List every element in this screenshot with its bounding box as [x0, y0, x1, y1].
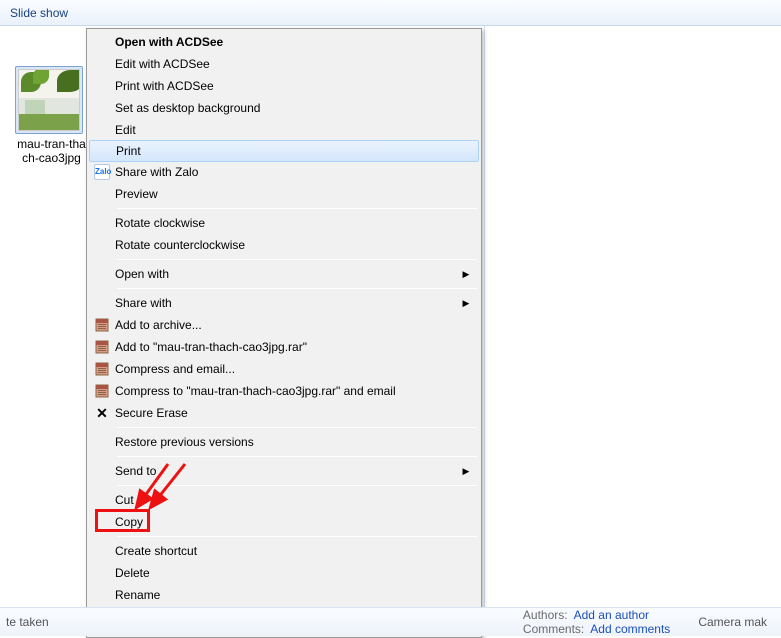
- menu-preview[interactable]: Preview: [89, 183, 479, 205]
- status-bar: te taken Authors: Add an author Comments:…: [0, 607, 781, 636]
- menu-secure-erase[interactable]: ✕Secure Erase: [89, 402, 479, 424]
- right-pane: [485, 26, 781, 607]
- menu-copy[interactable]: Copy: [89, 511, 479, 533]
- menu-delete[interactable]: Delete: [89, 562, 479, 584]
- separator: [117, 456, 477, 457]
- x-icon: ✕: [94, 405, 110, 421]
- separator: [117, 208, 477, 209]
- menu-open-with[interactable]: Open with▶: [89, 263, 479, 285]
- zalo-icon: Zalo: [94, 164, 110, 180]
- menu-restore-prev[interactable]: Restore previous versions: [89, 431, 479, 453]
- menu-add-to-rar[interactable]: Add to "mau-tran-thach-cao3jpg.rar": [89, 336, 479, 358]
- menu-add-archive[interactable]: Add to archive...: [89, 314, 479, 336]
- winrar-icon: [94, 317, 110, 333]
- file-thumbnail[interactable]: mau-tran-thach-cao3jpg: [15, 66, 88, 165]
- menu-set-desktop[interactable]: Set as desktop background: [89, 97, 479, 119]
- submenu-arrow-icon: ▶: [459, 466, 473, 477]
- thumbnail-label: mau-tran-thach-cao3jpg: [15, 137, 88, 165]
- context-menu: Open with ACDSee Edit with ACDSee Print …: [86, 28, 482, 638]
- comments-label: Comments:: [523, 622, 584, 636]
- separator: [117, 536, 477, 537]
- menu-share-zalo[interactable]: ZaloShare with Zalo: [89, 161, 479, 183]
- camera-make-label: Camera mak: [698, 615, 767, 629]
- menu-open-acdsee[interactable]: Open with ACDSee: [89, 31, 479, 53]
- winrar-icon: [94, 383, 110, 399]
- comments-value[interactable]: Add comments: [590, 622, 670, 636]
- menu-rotate-ccw[interactable]: Rotate counterclockwise: [89, 234, 479, 256]
- separator: [117, 288, 477, 289]
- authors-label: Authors:: [523, 608, 568, 622]
- menu-edit-acdsee[interactable]: Edit with ACDSee: [89, 53, 479, 75]
- menu-rotate-cw[interactable]: Rotate clockwise: [89, 212, 479, 234]
- menu-share-with[interactable]: Share with▶: [89, 292, 479, 314]
- status-date-taken: te taken: [0, 615, 80, 629]
- menu-rename[interactable]: Rename: [89, 584, 479, 606]
- winrar-icon: [94, 361, 110, 377]
- menu-edit[interactable]: Edit: [89, 119, 479, 141]
- separator: [117, 427, 477, 428]
- toolbar: Slide show: [0, 0, 781, 26]
- menu-create-shortcut[interactable]: Create shortcut: [89, 540, 479, 562]
- thumbnail-image: [18, 69, 80, 131]
- submenu-arrow-icon: ▶: [459, 269, 473, 280]
- menu-print[interactable]: Print: [89, 140, 479, 162]
- winrar-icon: [94, 339, 110, 355]
- separator: [117, 485, 477, 486]
- menu-print-acdsee[interactable]: Print with ACDSee: [89, 75, 479, 97]
- menu-compress-email[interactable]: Compress and email...: [89, 358, 479, 380]
- menu-cut[interactable]: Cut: [89, 489, 479, 511]
- separator: [117, 259, 477, 260]
- menu-send-to[interactable]: Send to▶: [89, 460, 479, 482]
- slide-show-button[interactable]: Slide show: [10, 6, 68, 20]
- submenu-arrow-icon: ▶: [459, 298, 473, 309]
- menu-compress-to-email[interactable]: Compress to "mau-tran-thach-cao3jpg.rar"…: [89, 380, 479, 402]
- authors-value[interactable]: Add an author: [574, 608, 649, 622]
